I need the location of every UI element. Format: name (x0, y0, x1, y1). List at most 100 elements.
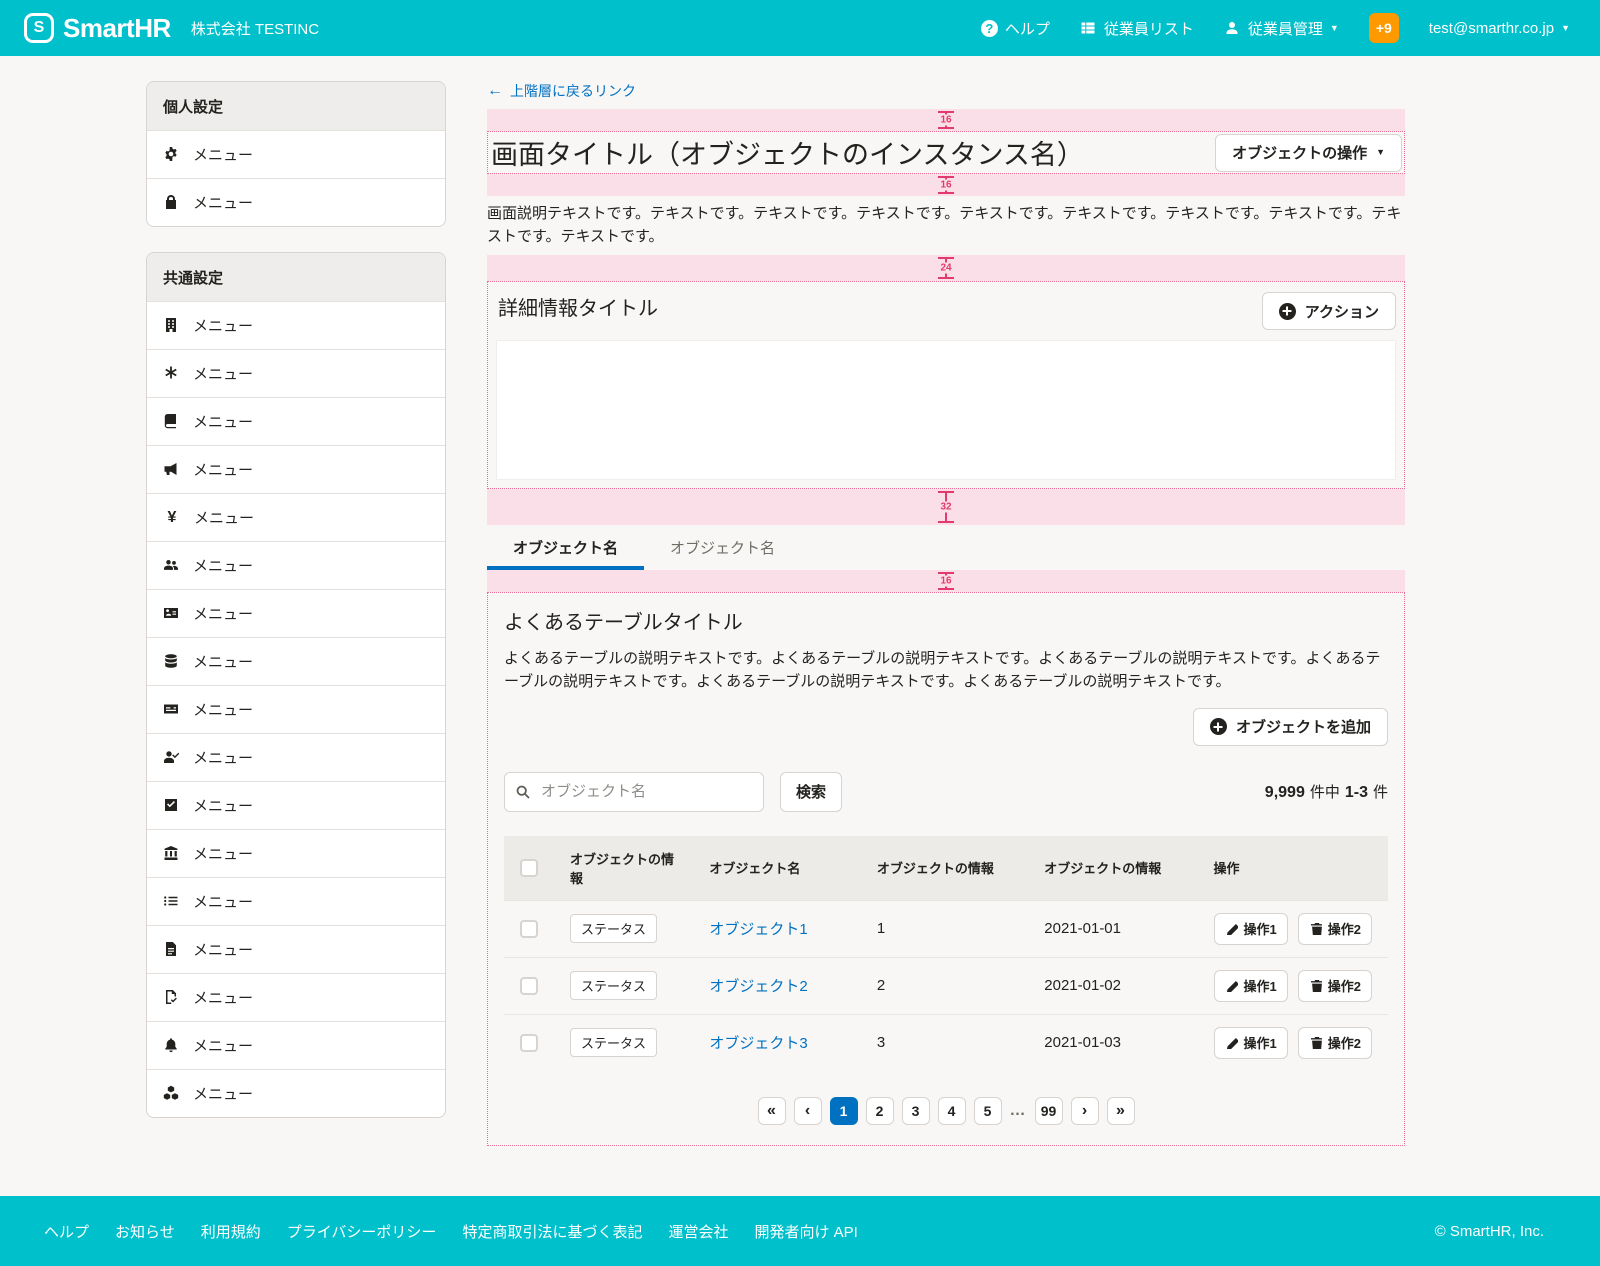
sidebar-item-menu[interactable]: メニュー (147, 829, 445, 877)
sidebar-group-personal: 個人設定 メニュー メニュー (146, 81, 446, 227)
row-checkbox[interactable] (520, 977, 538, 995)
page-button-2[interactable]: 2 (866, 1097, 894, 1125)
account-dropdown[interactable]: test@smarthr.co.jp ▼ (1429, 20, 1570, 37)
footer-link-help[interactable]: ヘルプ (44, 1221, 89, 1242)
object-link[interactable]: オブジェクト1 (709, 921, 807, 938)
action-button[interactable]: アクション (1262, 292, 1396, 330)
user-icon (1224, 20, 1241, 37)
smarthr-logo[interactable]: S SmartHR (24, 13, 171, 44)
page-button-5[interactable]: 5 (974, 1097, 1002, 1125)
row-checkbox[interactable] (520, 1034, 538, 1052)
footer-link-privacy[interactable]: プライバシーポリシー (287, 1221, 437, 1242)
next-page-button[interactable]: › (1071, 1097, 1099, 1125)
edit-button[interactable]: 操作1 (1214, 970, 1288, 1002)
footer-links: ヘルプ お知らせ 利用規約 プライバシーポリシー 特定商取引法に基づく表記 運営… (44, 1221, 858, 1242)
edit-button[interactable]: 操作1 (1214, 913, 1288, 945)
sidebar-item-menu[interactable]: メニュー (147, 178, 445, 226)
search-input[interactable] (504, 772, 764, 812)
sidebar-item-label: メニュー (193, 795, 253, 816)
row-actions: 操作1 操作2 (1214, 1027, 1372, 1059)
sidebar-item-label: メニュー (193, 987, 253, 1008)
footer-link-developer-api[interactable]: 開発者向け API (754, 1221, 857, 1242)
edit-button[interactable]: 操作1 (1214, 1027, 1288, 1059)
sidebar-item-label: メニュー (193, 315, 253, 336)
tab-object-2[interactable]: オブジェクト名 (644, 525, 801, 570)
detail-info-body (496, 340, 1396, 480)
page-button-3[interactable]: 3 (902, 1097, 930, 1125)
notification-count-badge[interactable]: +9 (1369, 13, 1399, 43)
trash-icon (1309, 979, 1322, 992)
sidebar-item-menu[interactable]: メニュー (147, 1069, 445, 1117)
back-to-parent-link[interactable]: ← 上階層に戻るリンク (487, 81, 636, 101)
object-link[interactable]: オブジェクト2 (709, 978, 807, 995)
spacing-band-16: 16 (487, 174, 1405, 196)
footer-link-commerce-law[interactable]: 特定商取引法に基づく表記 (462, 1221, 642, 1242)
prev-page-button[interactable]: ‹ (794, 1097, 822, 1125)
employee-admin-dropdown[interactable]: 従業員管理 ▼ (1224, 18, 1339, 39)
status-badge: ステータス (570, 1028, 657, 1057)
first-page-button[interactable]: « (758, 1097, 786, 1125)
employee-list-link[interactable]: 従業員リスト (1080, 18, 1194, 39)
row-actions: 操作1 操作2 (1214, 913, 1372, 945)
object-actions-dropdown-button[interactable]: オブジェクトの操作 ▼ (1215, 134, 1402, 172)
sidebar: 個人設定 メニュー メニュー 共通設定 メニュー メニュー メニュー (146, 81, 446, 1196)
sidebar-item-menu[interactable]: メニュー (147, 685, 445, 733)
sidebar-item-label: メニュー (193, 1083, 253, 1104)
object-tabs: オブジェクト名 オブジェクト名 (487, 525, 1405, 570)
column-header: オブジェクトの情報 (861, 836, 1028, 901)
result-count: 9,999 件中 1-3 件 (1265, 781, 1388, 802)
page-description: 画面説明テキストです。テキストです。テキストです。テキストです。テキストです。テ… (487, 203, 1405, 248)
object-link[interactable]: オブジェクト3 (709, 1035, 807, 1052)
sidebar-item-menu[interactable]: メニュー (147, 733, 445, 781)
footer-link-terms[interactable]: 利用規約 (201, 1221, 261, 1242)
page-title: 画面タイトル（オブジェクトのインスタンス名） (491, 133, 1084, 172)
sidebar-item-label: メニュー (193, 1035, 253, 1056)
sidebar-item-menu[interactable]: メニュー (147, 349, 445, 397)
sidebar-item-menu[interactable]: メニュー (147, 130, 445, 178)
sidebar-item-menu[interactable]: メニュー (147, 1021, 445, 1069)
object-table: オブジェクトの情報 オブジェクト名 オブジェクトの情報 オブジェクトの情報 操作… (504, 836, 1388, 1071)
row-actions: 操作1 操作2 (1214, 970, 1372, 1002)
sidebar-item-menu[interactable]: メニュー (147, 637, 445, 685)
spacing-value: 24 (938, 263, 953, 274)
help-link[interactable]: ? ヘルプ (981, 18, 1050, 39)
page-button-4[interactable]: 4 (938, 1097, 966, 1125)
delete-button[interactable]: 操作2 (1298, 913, 1372, 945)
landmark-icon (163, 845, 180, 862)
sidebar-item-menu[interactable]: メニュー (147, 781, 445, 829)
add-object-button[interactable]: オブジェクトを追加 (1193, 708, 1388, 746)
sidebar-item-menu[interactable]: ¥ メニュー (147, 493, 445, 541)
search-box (504, 772, 764, 812)
sidebar-item-menu[interactable]: メニュー (147, 301, 445, 349)
list-icon (163, 893, 180, 910)
footer-link-news[interactable]: お知らせ (115, 1221, 175, 1242)
sidebar-item-menu[interactable]: メニュー (147, 589, 445, 637)
spacing-band-32: 32 (487, 489, 1405, 525)
sidebar-item-label: メニュー (193, 651, 253, 672)
select-all-checkbox[interactable] (520, 859, 538, 877)
page-button-99[interactable]: 99 (1035, 1097, 1063, 1125)
user-check-icon (163, 749, 180, 766)
sidebar-item-menu[interactable]: メニュー (147, 973, 445, 1021)
result-total: 9,999 (1265, 784, 1305, 802)
sidebar-item-menu[interactable]: メニュー (147, 925, 445, 973)
sidebar-item-menu[interactable]: メニュー (147, 877, 445, 925)
page-button-1[interactable]: 1 (830, 1097, 858, 1125)
delete-button[interactable]: 操作2 (1298, 970, 1372, 1002)
id-card-icon (163, 605, 180, 622)
detail-info-section: 詳細情報タイトル アクション (487, 281, 1405, 489)
cubes-icon (163, 1085, 180, 1102)
smarthr-logo-icon: S (24, 13, 54, 43)
spacing-value: 16 (938, 115, 953, 126)
sidebar-item-menu[interactable]: メニュー (147, 397, 445, 445)
delete-button[interactable]: 操作2 (1298, 1027, 1372, 1059)
sidebar-item-menu[interactable]: メニュー (147, 541, 445, 589)
sidebar-item-label: メニュー (193, 459, 253, 480)
sidebar-item-menu[interactable]: メニュー (147, 445, 445, 493)
search-button[interactable]: 検索 (780, 772, 842, 812)
page-title-block: 画面タイトル（オブジェクトのインスタンス名） オブジェクトの操作 ▼ (487, 131, 1405, 174)
last-page-button[interactable]: » (1107, 1097, 1135, 1125)
row-checkbox[interactable] (520, 920, 538, 938)
tab-object-1[interactable]: オブジェクト名 (487, 525, 644, 570)
footer-link-company[interactable]: 運営会社 (668, 1221, 728, 1242)
